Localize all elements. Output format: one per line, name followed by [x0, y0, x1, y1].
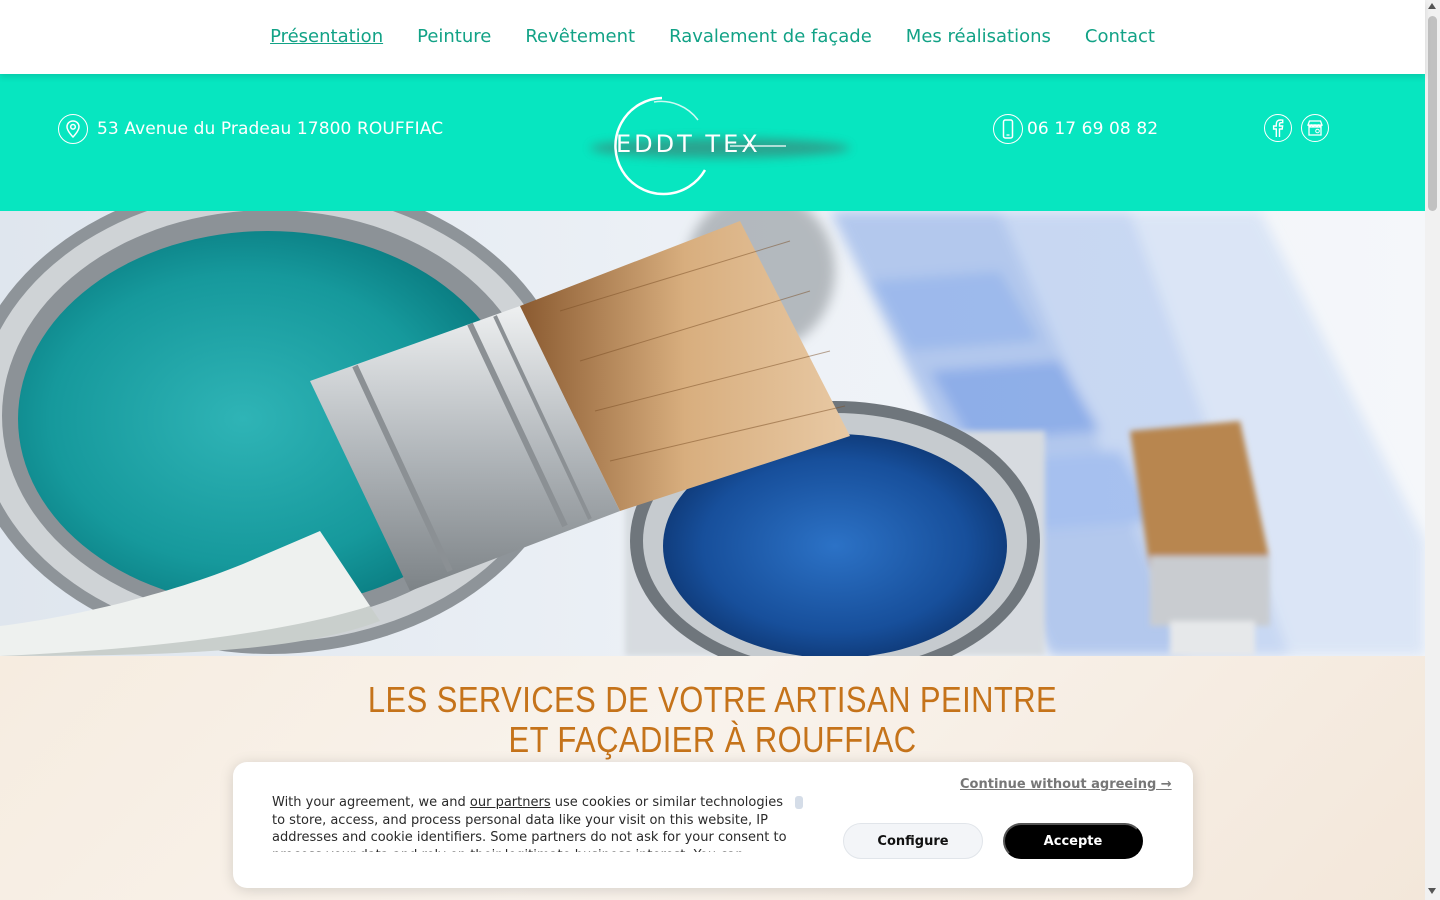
our-partners-link[interactable]: our partners — [470, 795, 551, 810]
logo[interactable]: EDDT TEX — [570, 90, 860, 200]
services-title: LES SERVICES DE VOTRE ARTISAN PEINTRE ET… — [367, 679, 1058, 760]
phone-number: 06 17 69 08 82 — [1027, 119, 1159, 139]
scroll-up-arrow-icon[interactable] — [1428, 3, 1436, 9]
accept-button[interactable]: Accepte — [1003, 823, 1143, 859]
nav-item-peinture[interactable]: Peinture — [417, 28, 491, 46]
nav-item-revetement[interactable]: Revêtement — [525, 28, 635, 46]
nav-item-contact[interactable]: Contact — [1085, 28, 1155, 46]
cookie-text-scrollbar[interactable] — [795, 796, 803, 809]
nav-item-presentation[interactable]: Présentation — [270, 28, 383, 46]
social-links — [1264, 114, 1329, 142]
map-pin-icon — [58, 114, 88, 144]
header-banner: 53 Avenue du Pradeau 17800 ROUFFIAC EDDT… — [0, 74, 1425, 211]
continue-without-agreeing-link[interactable]: Continue without agreeing → — [960, 777, 1172, 792]
cookie-consent-banner: Continue without agreeing → With your ag… — [233, 762, 1193, 888]
smartphone-icon — [993, 114, 1023, 144]
logo-text: EDDT TEX — [616, 130, 761, 158]
phone-block[interactable]: 06 17 69 08 82 — [993, 114, 1158, 144]
main-nav: Présentation Peinture Revêtement Ravalem… — [0, 0, 1425, 74]
scroll-down-arrow-icon[interactable] — [1428, 888, 1436, 894]
nav-item-realisations[interactable]: Mes réalisations — [906, 28, 1051, 46]
google-my-business-icon[interactable] — [1301, 114, 1329, 142]
address-block: 53 Avenue du Pradeau 17800 ROUFFIAC — [58, 114, 443, 144]
scrollbar-thumb[interactable] — [1428, 16, 1437, 211]
hero-image — [0, 211, 1425, 656]
cookie-text-before: With your agreement, we and — [272, 795, 470, 810]
nav-item-ravalement[interactable]: Ravalement de façade — [669, 28, 872, 46]
facebook-icon[interactable] — [1264, 114, 1292, 142]
address-text: 53 Avenue du Pradeau 17800 ROUFFIAC — [97, 119, 444, 139]
page-scrollbar[interactable] — [1425, 0, 1440, 900]
configure-button[interactable]: Configure — [843, 823, 983, 859]
cookie-text: With your agreement, we and our partners… — [272, 794, 797, 852]
